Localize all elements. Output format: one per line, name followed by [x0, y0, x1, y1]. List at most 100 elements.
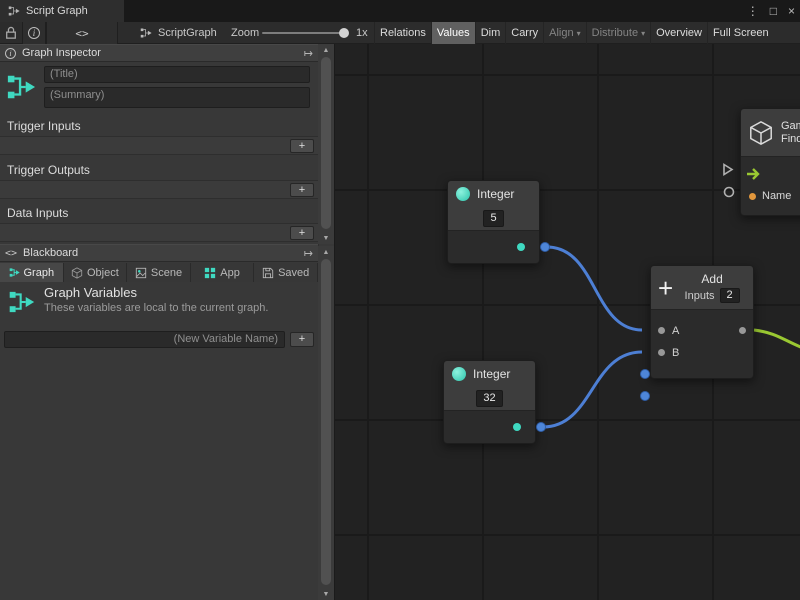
- tab-object[interactable]: Object: [64, 263, 128, 282]
- graph-variables-icon: [8, 287, 35, 317]
- graph-inspector-title: Graph Inspector: [22, 47, 101, 59]
- find-node[interactable]: Game Find Name: [740, 108, 800, 216]
- maximize-panel-icon[interactable]: ↦: [304, 47, 313, 60]
- value-port-icon: [517, 243, 525, 251]
- node-header: Game Find: [741, 109, 800, 157]
- wire-integer2-to-add-b[interactable]: [543, 352, 642, 427]
- flow-row: [741, 163, 800, 185]
- node-header: Integer: [444, 361, 535, 387]
- value-input-port[interactable]: [723, 186, 735, 198]
- node-body: A B: [651, 310, 753, 378]
- inputs-label: Inputs: [685, 290, 715, 302]
- node-header: Integer: [448, 181, 539, 207]
- output-port[interactable]: [536, 422, 546, 432]
- node-title-line1: Game: [781, 120, 800, 133]
- chevron-down-icon: ▾: [577, 29, 581, 38]
- graph-title-input[interactable]: (Title): [44, 66, 310, 83]
- wire-add-output[interactable]: [754, 330, 800, 348]
- distribute-button[interactable]: Distribute ▾: [586, 22, 650, 44]
- node-body: [444, 411, 535, 443]
- input-port-b[interactable]: [640, 391, 650, 401]
- variables-icon: <>: [5, 248, 17, 259]
- zoom-value: 1x: [356, 27, 368, 39]
- scroll-up-icon[interactable]: ▲: [318, 246, 334, 258]
- window-tab[interactable]: Script Graph: [0, 0, 124, 22]
- tab-saved[interactable]: Saved: [254, 263, 318, 282]
- maximize-panel-icon[interactable]: ↦: [304, 247, 313, 260]
- floppy-disk-icon: [262, 267, 274, 279]
- add-trigger-input-button[interactable]: +: [290, 139, 314, 153]
- window-menu-button[interactable]: ⋮: [747, 4, 759, 18]
- info-icon: i: [28, 27, 40, 39]
- flow-arrow-icon: [746, 167, 762, 181]
- full-screen-button[interactable]: Full Screen: [707, 22, 774, 44]
- integer-node-2[interactable]: Integer 32: [443, 360, 536, 444]
- node-header: + Add Inputs 2: [651, 266, 753, 310]
- graph-canvas[interactable]: Integer 5 Integer 32: [335, 44, 800, 600]
- string-port-icon: [749, 193, 756, 200]
- info-icon: i: [5, 48, 16, 59]
- graph-summary-input[interactable]: (Summary): [44, 87, 310, 108]
- graph-icon: [6, 70, 36, 104]
- blackboard-title: Blackboard: [23, 247, 78, 259]
- graph-toolbar: i <> ScriptGraph Zoom 1x Relations Value…: [0, 22, 800, 44]
- carry-button[interactable]: Carry: [505, 22, 543, 44]
- blackboard-header: <> Blackboard ↦: [0, 244, 318, 262]
- zoom-label: Zoom: [231, 27, 259, 39]
- align-button[interactable]: Align ▾: [543, 22, 585, 44]
- values-button[interactable]: Values: [431, 22, 475, 44]
- breadcrumb-label: ScriptGraph: [158, 27, 217, 39]
- flow-input-port[interactable]: [722, 163, 734, 176]
- dim-button[interactable]: Dim: [475, 22, 506, 44]
- relations-button[interactable]: Relations: [374, 22, 431, 44]
- inputs-count-input[interactable]: 2: [720, 288, 740, 303]
- scroll-down-icon[interactable]: ▼: [318, 588, 334, 600]
- sum-output-port[interactable]: [739, 327, 746, 334]
- cube-icon: [71, 267, 83, 279]
- name-port-row: Name: [741, 185, 800, 207]
- add-data-input-button[interactable]: +: [290, 226, 314, 240]
- inspector-scrollbar[interactable]: ▲ ▼: [318, 44, 334, 244]
- lock-icon[interactable]: [5, 26, 17, 40]
- wire-integer1-to-add-a[interactable]: [547, 247, 642, 330]
- integer-value-input[interactable]: 5: [483, 210, 503, 227]
- chevron-down-icon: ▾: [641, 29, 645, 38]
- zoom-slider-track[interactable]: [262, 32, 348, 34]
- graph-icon: [140, 27, 152, 39]
- breadcrumb[interactable]: ScriptGraph: [140, 22, 217, 44]
- integer-node-1[interactable]: Integer 5: [447, 180, 540, 264]
- scroll-up-icon[interactable]: ▲: [318, 44, 334, 56]
- window-close-button[interactable]: ×: [788, 4, 795, 18]
- graph-variables-subtitle: These variables are local to the current…: [44, 302, 268, 314]
- output-port[interactable]: [540, 242, 550, 252]
- add-trigger-output-button[interactable]: +: [290, 183, 314, 197]
- blackboard-tabs: Graph Object Scene: [0, 263, 318, 282]
- scene-icon: [135, 267, 147, 279]
- inspector-toggle-button[interactable]: i: [22, 22, 46, 44]
- port-row-b: B: [651, 342, 753, 364]
- overview-button[interactable]: Overview: [650, 22, 707, 44]
- scroll-down-icon[interactable]: ▼: [318, 232, 334, 244]
- trigger-inputs-label: Trigger Inputs: [7, 119, 81, 133]
- tab-scene[interactable]: Scene: [127, 263, 191, 282]
- tab-graph[interactable]: Graph: [0, 263, 64, 282]
- input-port-a[interactable]: [640, 369, 650, 379]
- scrollbar-thumb[interactable]: [321, 57, 331, 229]
- integer-value-input[interactable]: 32: [476, 390, 502, 407]
- add-variable-button[interactable]: +: [290, 332, 314, 347]
- zoom-slider-knob[interactable]: [339, 28, 349, 38]
- window-maximize-button[interactable]: □: [770, 4, 777, 18]
- window-controls: ⋮ □ ×: [747, 0, 795, 22]
- blackboard-scrollbar[interactable]: ▲ ▼: [318, 246, 334, 600]
- edit-script-button[interactable]: <>: [46, 22, 118, 44]
- value-row: 5: [448, 207, 539, 231]
- new-variable-name-input[interactable]: (New Variable Name): [4, 331, 285, 348]
- port-row-a: A: [651, 320, 753, 342]
- unity-script-graph-window: Script Graph ⋮ □ × i <> ScriptGraph: [0, 0, 800, 600]
- tab-app[interactable]: App: [191, 263, 255, 282]
- toolbar-buttons: Relations Values Dim Carry Align ▾ Distr…: [374, 22, 774, 44]
- add-node[interactable]: + Add Inputs 2 A B: [650, 265, 754, 379]
- value-row: 32: [444, 387, 535, 411]
- scrollbar-thumb[interactable]: [321, 259, 331, 585]
- data-inputs-label: Data Inputs: [7, 206, 68, 220]
